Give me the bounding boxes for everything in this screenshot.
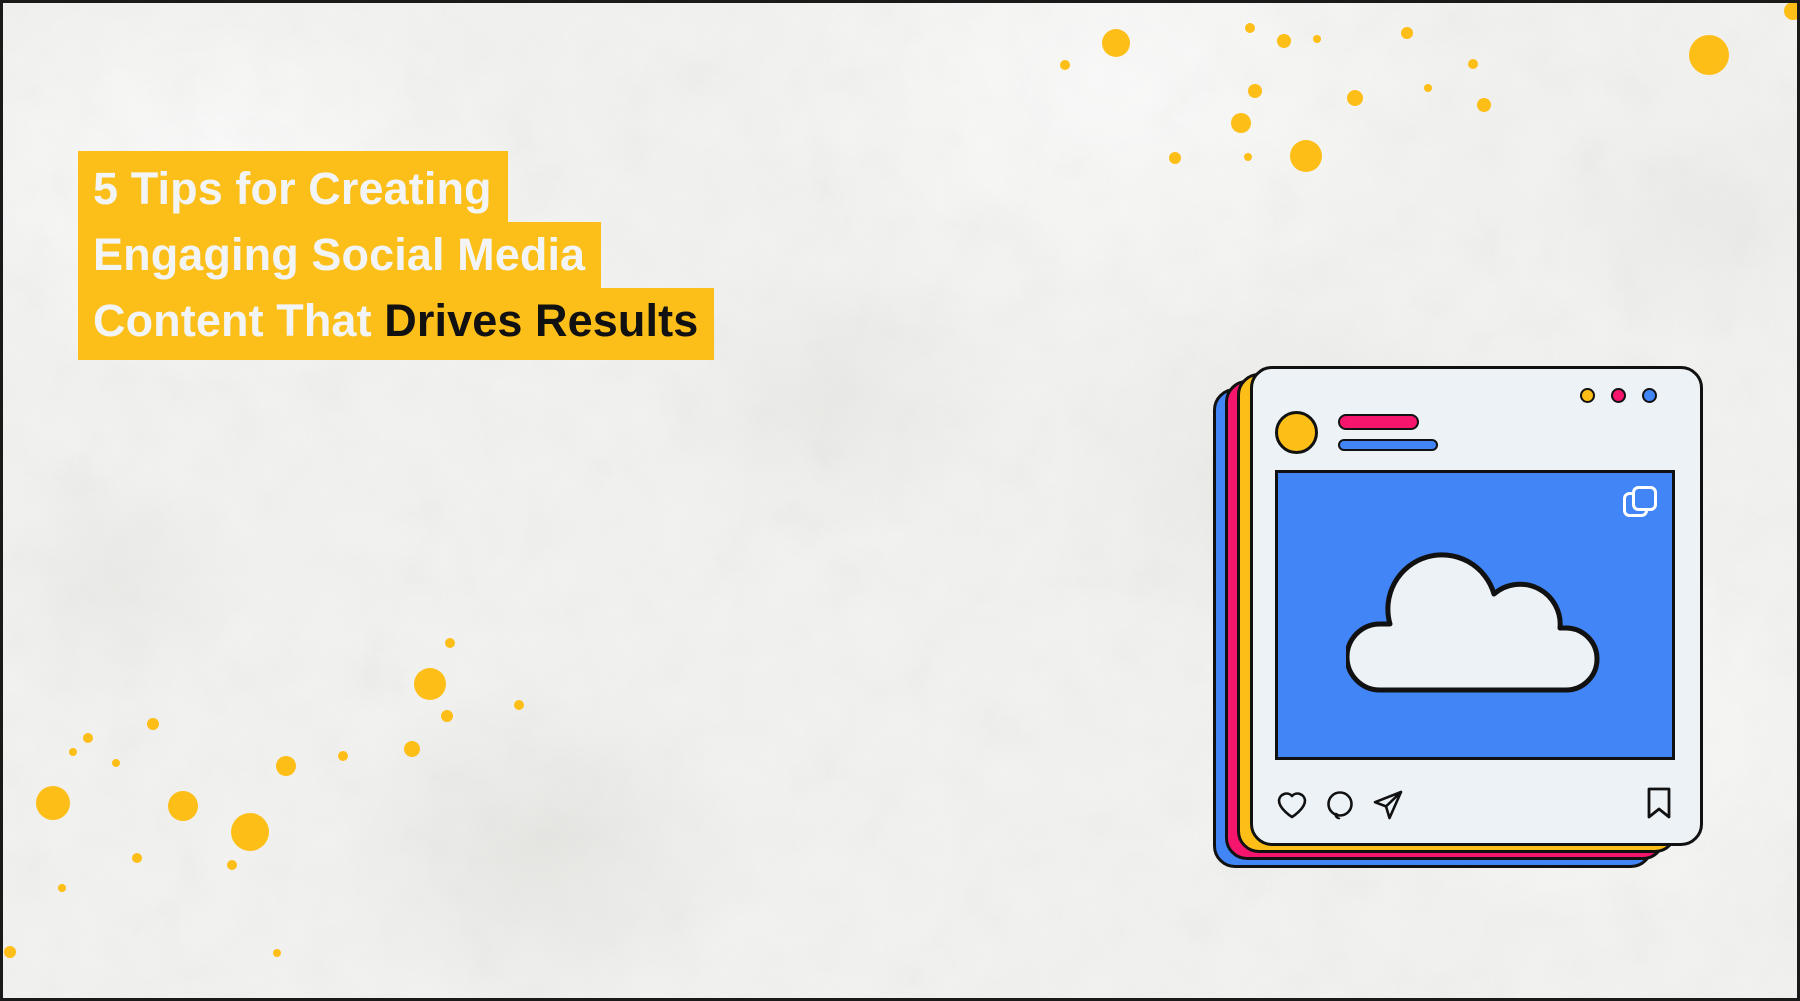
social-post-card-stack <box>1213 366 1713 906</box>
confetti-dot <box>1347 90 1363 106</box>
confetti-dot <box>1277 34 1291 48</box>
confetti-dot <box>227 860 237 870</box>
cloud-illustration <box>1346 552 1600 693</box>
confetti-dot <box>1102 29 1130 57</box>
confetti-dot <box>404 741 420 757</box>
confetti-dot <box>1231 113 1251 133</box>
confetti-dot <box>147 718 159 730</box>
confetti-dot <box>1313 35 1321 43</box>
bookmark-icon[interactable] <box>1646 787 1672 819</box>
confetti-dot <box>132 853 142 863</box>
confetti-dot <box>1245 23 1255 33</box>
window-dot-blue-icon <box>1642 388 1657 403</box>
confetti-dot <box>1060 60 1070 70</box>
confetti-dot <box>4 946 16 958</box>
poster-canvas: 5 Tips for Creating Engaging Social Medi… <box>0 0 1800 1001</box>
confetti-dot <box>1169 152 1181 164</box>
page-title: 5 Tips for Creating Engaging Social Medi… <box>78 151 715 360</box>
window-dots <box>1580 388 1657 403</box>
title-accent-text: Drives Results <box>384 295 699 346</box>
comment-icon[interactable] <box>1324 789 1356 821</box>
confetti-dot <box>445 638 455 648</box>
title-line-1: 5 Tips for Creating <box>78 151 508 222</box>
title-line-1-text: 5 Tips for Creating <box>93 163 492 214</box>
confetti-dot <box>273 949 281 957</box>
confetti-dot <box>1477 98 1491 112</box>
post-image <box>1275 470 1675 760</box>
carousel-icon <box>1623 486 1657 517</box>
username-placeholder-bar <box>1338 414 1419 430</box>
title-line-3-text: Content That <box>93 295 385 346</box>
confetti-dot <box>414 668 446 700</box>
title-line-2-text: Engaging Social Media <box>93 229 586 280</box>
confetti-dot <box>514 700 524 710</box>
confetti-dot <box>441 710 453 722</box>
confetti-dot <box>338 751 348 761</box>
post-meta-placeholder <box>1338 414 1438 451</box>
confetti-dot <box>231 813 269 851</box>
confetti-dot <box>1468 59 1478 69</box>
confetti-dot <box>112 759 120 767</box>
confetti-dot <box>36 786 70 820</box>
confetti-dot <box>83 733 93 743</box>
window-dot-pink-icon <box>1611 388 1626 403</box>
avatar <box>1275 411 1318 454</box>
location-placeholder-bar <box>1338 439 1438 451</box>
window-dot-yellow-icon <box>1580 388 1595 403</box>
confetti-dot <box>1784 3 1797 20</box>
confetti-dot <box>1401 27 1413 39</box>
share-icon[interactable] <box>1372 789 1404 821</box>
confetti-dot <box>58 884 66 892</box>
title-line-2: Engaging Social Media <box>78 222 602 288</box>
confetti-dot <box>1424 84 1432 92</box>
social-post-card <box>1250 366 1703 846</box>
confetti-dot <box>1244 153 1252 161</box>
heart-icon[interactable] <box>1276 789 1308 821</box>
title-line-3: Content That Drives Results <box>78 288 715 360</box>
post-action-bar <box>1276 789 1404 821</box>
confetti-dot <box>1248 84 1262 98</box>
confetti-dot <box>276 756 296 776</box>
confetti-dot <box>69 748 77 756</box>
post-header <box>1275 411 1438 454</box>
confetti-dot <box>1290 140 1322 172</box>
confetti-dot <box>168 791 198 821</box>
confetti-dot <box>1689 35 1729 75</box>
